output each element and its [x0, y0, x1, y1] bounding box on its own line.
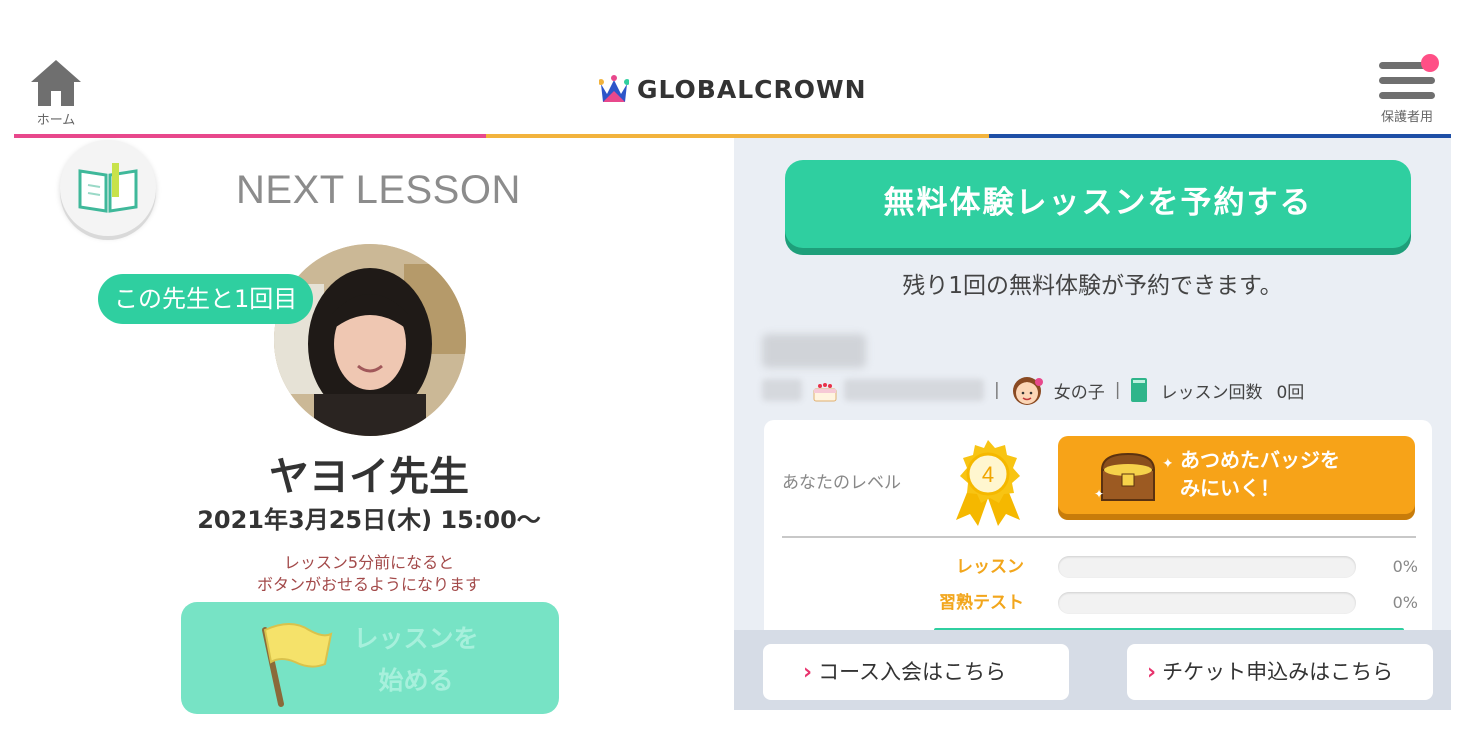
view-badges-label: あつめたバッジを みにいく！ [1180, 446, 1340, 502]
chevron-right-icon: › [1147, 660, 1157, 685]
lesson-datetime: 2021年3月25日(木) 15:00〜 [197, 506, 541, 534]
progress-label: 習熟テスト [939, 593, 1024, 613]
menu-label: 保護者用 [1380, 110, 1433, 125]
account-panel: 無料体験レッスンを予約する 残り1回の無料体験が予約できます。 | 女の子 | [734, 138, 1451, 710]
course-signup-link[interactable]: › コース入会はこちら [763, 644, 1069, 700]
child-info-row: | 女の子 | レッスン回数 0回 [762, 374, 1304, 406]
gender-label: 女の子 [1053, 382, 1105, 403]
progress-track [1058, 556, 1356, 578]
course-signup-label: コース入会はこちら [818, 660, 1007, 684]
svg-text:✦: ✦ [1094, 487, 1104, 501]
birthday-cake-icon [813, 383, 837, 402]
progress-row-test: 習熟テスト 0% [764, 590, 1432, 616]
progress-percent: 0% [1392, 557, 1418, 576]
bottom-link-bar: › コース入会はこちら › チケット申込みはこちら [734, 630, 1451, 710]
girl-face-icon [1012, 377, 1043, 405]
child-name-redacted [762, 334, 866, 368]
badges-label-line-2: みにいく！ [1180, 476, 1280, 500]
trial-remaining-note: 残り1回の無料体験が予約できます。 [902, 273, 1283, 299]
child-birthday-redacted [844, 379, 984, 401]
parent-menu-button[interactable]: 保護者用 [1371, 54, 1443, 125]
ticket-purchase-link[interactable]: › チケット申込みはこちら [1127, 644, 1433, 700]
treasure-chest-icon: ✦ ✦ [1094, 452, 1172, 501]
lesson-count-value: 0回 [1276, 382, 1305, 403]
home-button[interactable]: ホーム [28, 58, 84, 128]
level-value: 4 [982, 462, 994, 487]
logo-text: GLOBALCROWN [637, 74, 867, 104]
hamburger-icon [1379, 54, 1439, 102]
next-lesson-panel: NEXT LESSON この先生と1回目 ヤヨイ先生 2021年3月25日(木)… [14, 138, 734, 714]
level-card: あなたのレベル 4 ✦ ✦ あつめたバッジを みにいく！ レッスン 0% 習熟テ… [764, 420, 1432, 650]
start-availability-note: レッスン5分前になると ボタンがおせるようになります [14, 552, 724, 596]
next-lesson-heading: NEXT LESSON [236, 168, 521, 212]
progress-label: レッスン [956, 557, 1024, 577]
home-icon [31, 60, 81, 106]
lesson-count-badge: この先生と1回目 [98, 274, 314, 324]
ticket-purchase-label: チケット申込みはこちら [1162, 660, 1394, 684]
progress-track [1058, 592, 1356, 614]
app-header: ホーム GLOBALCROWN 保護者用 [14, 0, 1451, 138]
level-ribbon-icon: 4 [956, 440, 1020, 526]
book-icon [60, 140, 156, 236]
note-line-1: レッスン5分前になると [283, 553, 455, 572]
start-label-line-1: レッスンを [353, 624, 479, 653]
lesson-count-label: レッスン回数 [1160, 382, 1263, 403]
start-label-line-2: 始める [378, 666, 454, 695]
note-line-2: ボタンがおせるようになります [256, 575, 481, 594]
child-id-redacted [762, 379, 802, 401]
card-divider [782, 536, 1416, 538]
level-label: あなたのレベル [782, 473, 901, 493]
teacher-name: ヤヨイ先生 [269, 454, 469, 500]
flag-icon [262, 623, 333, 707]
crown-logo-icon [599, 75, 629, 102]
start-lesson-button[interactable]: レッスンを 始める [181, 602, 559, 714]
notification-dot [1421, 54, 1439, 72]
chevron-right-icon: › [803, 660, 813, 685]
view-badges-button[interactable]: ✦ ✦ あつめたバッジを みにいく！ [1058, 436, 1415, 514]
progress-row-lesson: レッスン 0% [764, 554, 1432, 580]
book-trial-button[interactable]: 無料体験レッスンを予約する [785, 160, 1411, 248]
start-lesson-label: レッスンを 始める [341, 618, 491, 702]
svg-text:✦: ✦ [1162, 456, 1172, 472]
teacher-avatar[interactable] [274, 244, 466, 436]
notebook-icon [1131, 378, 1148, 402]
badges-label-line-1: あつめたバッジを [1180, 448, 1340, 472]
progress-percent: 0% [1392, 593, 1418, 612]
home-label: ホーム [36, 113, 76, 128]
logo[interactable]: GLOBALCROWN [599, 72, 867, 106]
